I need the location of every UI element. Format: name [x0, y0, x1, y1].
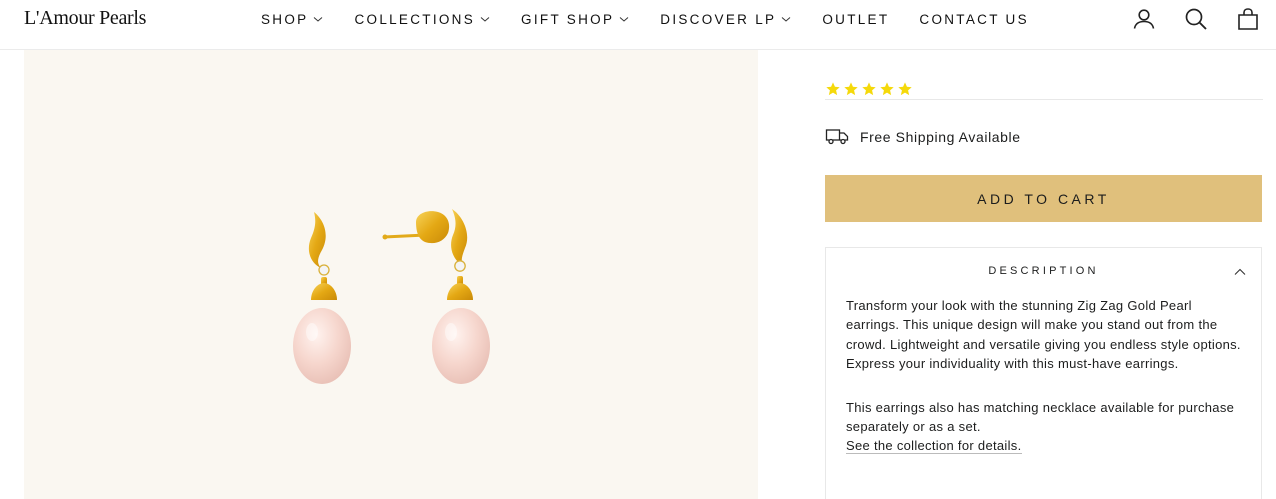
product-image[interactable] [24, 50, 758, 499]
search-icon[interactable] [1184, 7, 1208, 31]
user-icon[interactable] [1132, 7, 1156, 31]
nav-item-collections[interactable]: COLLECTIONS [354, 10, 491, 28]
description-text: This earrings also has matching necklace… [846, 399, 1235, 434]
cart-icon[interactable] [1236, 7, 1260, 31]
star-icon [862, 82, 876, 96]
add-to-cart-button[interactable]: ADD TO CART [825, 175, 1262, 222]
star-icon [880, 82, 894, 96]
description-toggle[interactable]: DESCRIPTION [826, 248, 1261, 294]
chevron-down-icon [480, 17, 490, 22]
divider [825, 99, 1263, 100]
collection-details-link[interactable]: See the collection for details. [846, 438, 1022, 455]
nav-item-label: COLLECTIONS [354, 11, 476, 27]
nav-item-label: GIFT SHOP [521, 11, 615, 27]
nav-item-label: OUTLET [822, 11, 890, 27]
nav-item-label: DISCOVER LP [660, 11, 777, 27]
nav-item-shop[interactable]: SHOP [261, 10, 324, 28]
brand-logo[interactable]: L'Amour Pearls [24, 7, 146, 30]
chevron-up-icon [1234, 268, 1246, 275]
description-paragraph: This earrings also has matching necklace… [846, 398, 1246, 456]
star-icon [898, 82, 912, 96]
nav-item-outlet[interactable]: OUTLET [822, 10, 889, 28]
description-accordion: DESCRIPTION Transform your look with the… [825, 247, 1262, 499]
site-header: L'Amour Pearls SHOP COLLECTIONS GIFT SHO… [0, 0, 1276, 50]
star-icon [844, 82, 858, 96]
description-body: Transform your look with the stunning Zi… [846, 296, 1246, 456]
nav-item-gift-shop[interactable]: GIFT SHOP [521, 10, 630, 28]
nav-item-discover-lp[interactable]: DISCOVER LP [660, 10, 792, 28]
rating-stars[interactable] [825, 81, 913, 97]
description-paragraph: Transform your look with the stunning Zi… [846, 298, 1241, 371]
truck-icon [825, 129, 849, 145]
shipping-text: Free Shipping Available [860, 129, 1021, 145]
shipping-info: Free Shipping Available [825, 127, 1021, 147]
chevron-down-icon [314, 17, 323, 22]
nav-item-contact-us[interactable]: CONTACT US [919, 10, 1029, 28]
main-nav: SHOP COLLECTIONS GIFT SHOP DISCOVER LP O… [261, 10, 1029, 28]
description-title: DESCRIPTION [988, 265, 1099, 277]
pearl-earrings-image [293, 209, 490, 384]
nav-item-label: CONTACT US [919, 11, 1029, 27]
chevron-down-icon [782, 17, 791, 22]
star-icon [826, 82, 840, 96]
chevron-down-icon [619, 17, 629, 22]
nav-item-label: SHOP [261, 11, 309, 27]
